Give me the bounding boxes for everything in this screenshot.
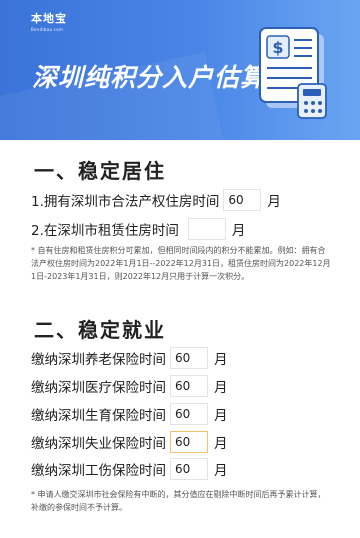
- insurance-label: 缴纳深圳生育保险时间: [31, 408, 166, 424]
- insurance-label: 缴纳深圳医疗保险时间: [31, 380, 166, 396]
- rented-housing-months-input[interactable]: [187, 218, 226, 240]
- insurance-unit: 月: [214, 352, 228, 368]
- page-title: 深圳纯积分入户估算: [32, 63, 267, 92]
- insurance-unit: 月: [214, 408, 228, 424]
- pension-insurance-months-input[interactable]: 60: [170, 347, 208, 369]
- unemployment-insurance-months-input[interactable]: 60: [170, 431, 208, 453]
- insurance-unit: 月: [214, 436, 228, 452]
- section-heading-stable-residence: 一、稳定居住: [34, 159, 166, 183]
- insurance-label: 缴纳深圳失业保险时间: [31, 436, 166, 452]
- rented-housing-row: 2.在深圳市租赁住房时间 月: [31, 218, 245, 240]
- rented-housing-unit: 月: [231, 223, 246, 239]
- logo-en: Bendibao.com: [31, 27, 64, 32]
- medical-insurance-months-input[interactable]: 60: [170, 375, 208, 397]
- rented-housing-label: 2.在深圳市租赁住房时间: [31, 223, 179, 239]
- owned-housing-row: 1.拥有深圳市合法产权住房时间 60 月: [31, 189, 281, 211]
- owned-housing-label: 1.拥有深圳市合法产权住房时间: [31, 194, 220, 210]
- employment-note: * 申请人缴交深圳市社会保险有中断的，其分值应在剔除中断时间后再予累计计算，补缴…: [31, 490, 326, 512]
- owned-housing-months-input[interactable]: 60: [223, 189, 262, 211]
- bendibao-logo: 本地宝 Bendibao.com: [31, 10, 67, 32]
- insurance-unit: 月: [214, 380, 228, 396]
- residence-note: * 自有住房和租赁住房积分可累加，但相同时间段内的积分不能累加。例如：拥有合法产…: [31, 246, 331, 281]
- document-dollar-icon: $: [259, 27, 327, 119]
- insurance-row: 缴纳深圳工伤保险时间 60 月: [31, 458, 228, 480]
- insurance-label: 缴纳深圳工伤保险时间: [31, 463, 166, 479]
- owned-housing-unit: 月: [267, 194, 281, 210]
- insurance-row: 缴纳深圳失业保险时间 60 月: [31, 431, 228, 453]
- svg-text:$: $: [272, 38, 283, 57]
- insurance-row: 缴纳深圳生育保险时间 60 月: [31, 403, 228, 425]
- insurance-label: 缴纳深圳养老保险时间: [31, 352, 166, 368]
- logo-cn: 本地宝: [31, 12, 67, 25]
- insurance-unit: 月: [214, 463, 228, 479]
- maternity-insurance-months-input[interactable]: 60: [170, 403, 208, 425]
- insurance-row: 缴纳深圳养老保险时间 60 月: [31, 347, 228, 369]
- insurance-row: 缴纳深圳医疗保险时间 60 月: [31, 375, 228, 397]
- section-heading-stable-employment: 二、稳定就业: [34, 318, 166, 342]
- header-banner: 本地宝 Bendibao.com 深圳纯积分入户估算 $: [0, 0, 360, 140]
- work-injury-insurance-months-input[interactable]: 60: [170, 458, 208, 480]
